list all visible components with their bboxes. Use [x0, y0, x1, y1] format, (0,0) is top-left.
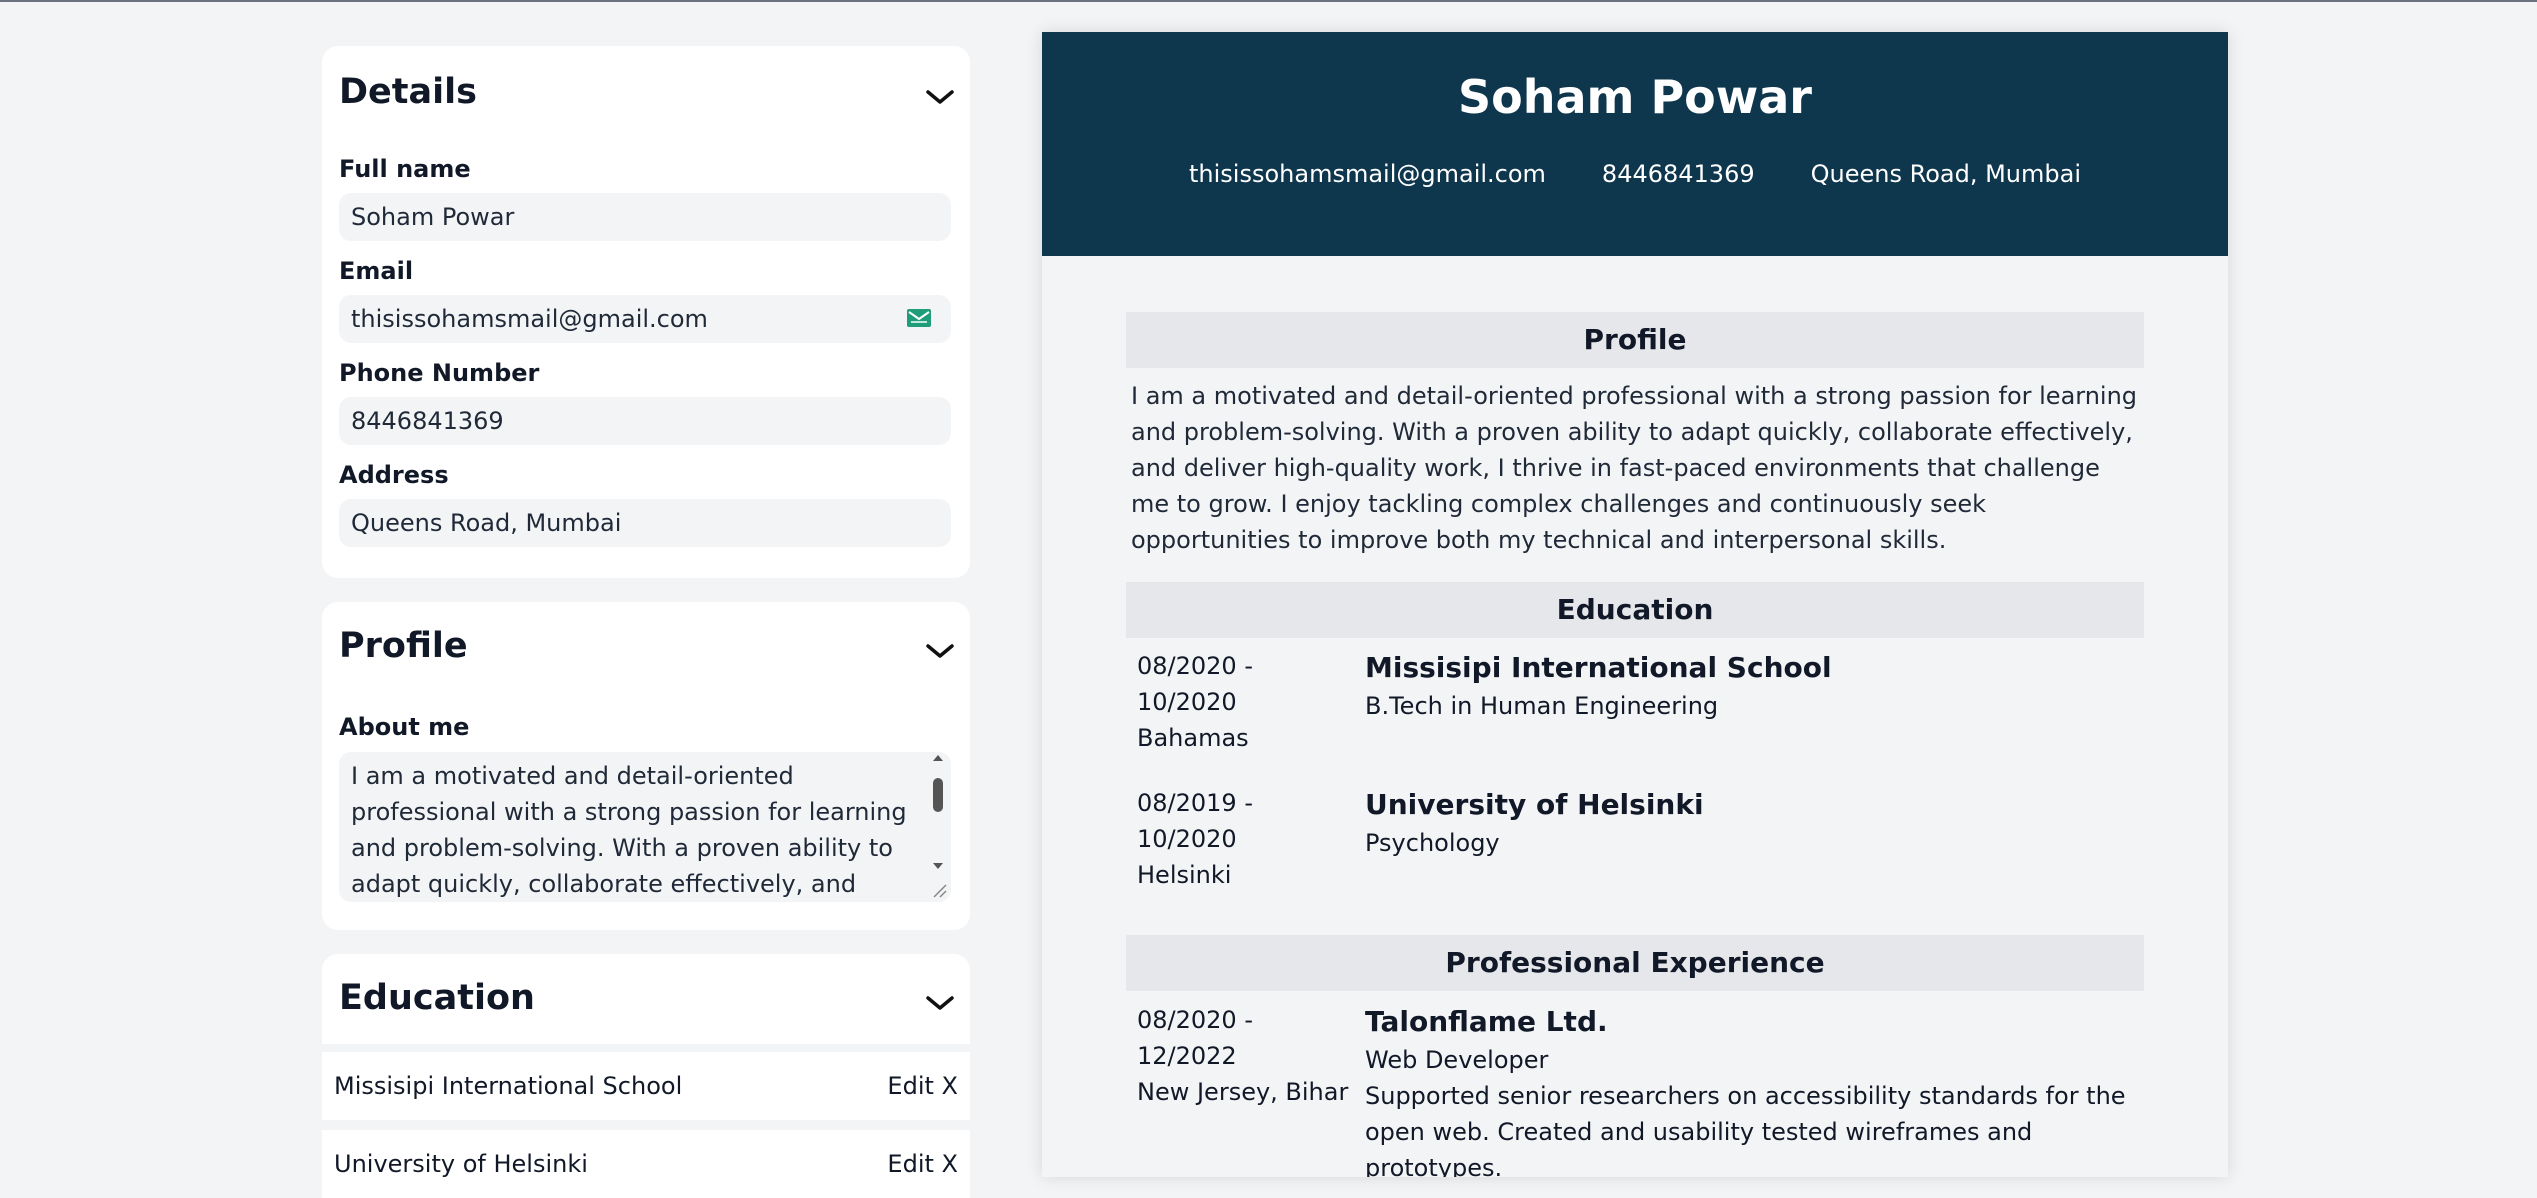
- chevron-down-icon[interactable]: [922, 990, 958, 1014]
- education-header[interactable]: Education: [322, 978, 970, 1018]
- entry-body: University of Helsinki Psychology: [1365, 785, 2155, 861]
- resume-address: Queens Road, Mumbai: [1810, 160, 2081, 188]
- edit-button[interactable]: Edit: [887, 1150, 933, 1178]
- resume-education-heading: Education: [1126, 582, 2144, 638]
- entry-role: Web Developer: [1365, 1046, 1549, 1074]
- entry-degree: B.Tech in Human Engineering: [1365, 692, 1719, 720]
- email-field[interactable]: thisissohamsmail@gmail.com: [339, 295, 951, 343]
- resume-header: Soham Powar thisissohamsmail@gmail.com 84…: [1042, 32, 2228, 256]
- remove-button[interactable]: X: [942, 1072, 958, 1100]
- textarea-scrollbar[interactable]: [925, 752, 951, 902]
- resume-name: Soham Powar: [1457, 70, 1812, 124]
- entry-start: 08/2019 -: [1137, 789, 1253, 817]
- entry-school: University of Helsinki: [1365, 788, 1704, 821]
- entry-end: 12/2022: [1137, 1042, 1237, 1070]
- entry-start: 08/2020 -: [1137, 652, 1253, 680]
- entry-start: 08/2020 -: [1137, 1006, 1253, 1034]
- resume-experience-heading: Professional Experience: [1126, 935, 2144, 991]
- education-list-item[interactable]: Missisipi International School Edit X: [322, 1052, 970, 1120]
- profile-header[interactable]: Profile: [322, 626, 970, 666]
- fullname-input[interactable]: Soham Powar: [339, 193, 951, 241]
- chevron-down-icon[interactable]: [922, 84, 958, 108]
- about-me-label: About me: [339, 713, 470, 741]
- entry-location: Helsinki: [1137, 861, 1232, 889]
- chevron-down-icon[interactable]: [922, 638, 958, 662]
- education-item-actions: Edit X: [887, 1130, 958, 1198]
- profile-panel: Profile About me I am a motivated and de…: [322, 602, 970, 930]
- entry-dates: 08/2019 - 10/2020 Helsinki: [1137, 785, 1357, 893]
- edit-button[interactable]: Edit: [887, 1072, 933, 1100]
- remove-button[interactable]: X: [942, 1150, 958, 1178]
- entry-location: Bahamas: [1137, 724, 1249, 752]
- phone-input[interactable]: 8446841369: [339, 397, 951, 445]
- entry-body: Talonflame Ltd. Web Developer Supported …: [1365, 1002, 2155, 1177]
- education-panel: Education: [322, 954, 970, 1044]
- entry-school: Missisipi International School: [1365, 651, 1832, 684]
- details-title: Details: [339, 72, 477, 112]
- education-list-item[interactable]: University of Helsinki Edit X: [322, 1130, 970, 1198]
- resume-email: thisissohamsmail@gmail.com: [1189, 160, 1546, 188]
- phone-label: Phone Number: [339, 359, 540, 387]
- details-panel: Details Full name Soham Powar Email this…: [322, 46, 970, 578]
- entry-end: 10/2020: [1137, 825, 1237, 853]
- resume-phone: 8446841369: [1601, 160, 1755, 188]
- fullname-label: Full name: [339, 155, 471, 183]
- about-me-text: I am a motivated and detail-oriented pro…: [351, 762, 907, 898]
- entry-location: New Jersey, Bihar: [1137, 1078, 1349, 1106]
- resume-contacts: thisissohamsmail@gmail.com 8446841369 Quee…: [1042, 160, 2228, 188]
- email-value: thisissohamsmail@gmail.com: [351, 305, 708, 333]
- education-item-actions: Edit X: [887, 1052, 958, 1120]
- entry-company: Talonflame Ltd.: [1365, 1005, 1608, 1038]
- entry-end: 10/2020: [1137, 688, 1237, 716]
- about-me-textarea[interactable]: I am a motivated and detail-oriented pro…: [339, 752, 951, 902]
- email-label: Email: [339, 257, 414, 285]
- entry-dates: 08/2020 - 12/2022 New Jersey, Bihar: [1137, 1002, 1357, 1110]
- mail-icon: [907, 309, 931, 327]
- resume-preview: Soham Powar thisissohamsmail@gmail.com 84…: [1042, 32, 2228, 1177]
- address-input[interactable]: Queens Road, Mumbai: [339, 499, 951, 547]
- entry-degree: Psychology: [1365, 829, 1500, 857]
- education-item-name: University of Helsinki: [334, 1150, 588, 1178]
- entry-body: Missisipi International School B.Tech in…: [1365, 648, 2155, 724]
- entry-description: Supported senior researchers on accessib…: [1365, 1082, 2126, 1177]
- address-label: Address: [339, 461, 449, 489]
- details-header[interactable]: Details: [322, 72, 970, 112]
- entry-dates: 08/2020 - 10/2020 Bahamas: [1137, 648, 1357, 756]
- education-title: Education: [339, 978, 535, 1018]
- resume-profile-heading: Profile: [1126, 312, 2144, 368]
- profile-title: Profile: [339, 626, 468, 666]
- resume-profile-text: I am a motivated and detail-oriented pro…: [1131, 382, 2138, 554]
- education-item-name: Missisipi International School: [334, 1072, 683, 1100]
